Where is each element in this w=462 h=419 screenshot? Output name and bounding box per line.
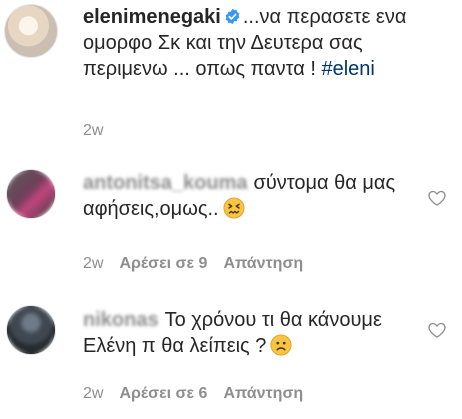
comment-body: nikonas Το χρόνου τι θα κάνουμε Ελένη π θ… bbox=[83, 307, 403, 359]
heart-outline-icon[interactable] bbox=[427, 188, 447, 208]
comment-time[interactable]: 2w bbox=[83, 385, 103, 402]
verified-badge-icon bbox=[225, 8, 240, 25]
author-avatar[interactable] bbox=[4, 4, 58, 58]
likes-count-button[interactable]: Αρέσει σε 6 bbox=[119, 385, 207, 402]
likes-count-button[interactable]: Αρέσει σε 9 bbox=[119, 255, 207, 272]
post-caption: elenimenegaki ...να περασετε ενα ομορφο … bbox=[83, 4, 423, 82]
confounded-face-icon bbox=[223, 197, 245, 219]
commenter-username[interactable]: nikonas bbox=[83, 309, 159, 331]
commenter-avatar[interactable] bbox=[6, 169, 56, 219]
caption-time[interactable]: 2w bbox=[83, 122, 103, 139]
comment-meta: 2w Αρέσει σε 6 Απάντηση bbox=[83, 385, 319, 403]
reply-button[interactable]: Απάντηση bbox=[223, 385, 303, 402]
reply-button[interactable]: Απάντηση bbox=[223, 255, 303, 272]
hashtag-link[interactable]: #eleni bbox=[321, 58, 374, 80]
commenter-avatar[interactable] bbox=[6, 305, 56, 355]
comment-meta: 2w Αρέσει σε 9 Απάντηση bbox=[83, 255, 319, 273]
caption-meta: 2w bbox=[83, 122, 119, 140]
comment-body: antonitsa_kouma σύντομα θα μας αφήσεις,ομ… bbox=[83, 170, 403, 222]
comment-time[interactable]: 2w bbox=[83, 255, 103, 272]
heart-outline-icon[interactable] bbox=[427, 320, 447, 340]
sad-face-icon bbox=[270, 334, 292, 356]
commenter-username[interactable]: antonitsa_kouma bbox=[83, 172, 247, 194]
author-username[interactable]: elenimenegaki bbox=[83, 6, 221, 28]
